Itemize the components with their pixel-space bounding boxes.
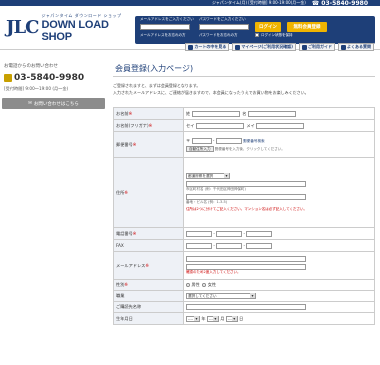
remember-checkbox[interactable] (255, 33, 259, 37)
first-name-input[interactable] (247, 110, 296, 117)
female-radio[interactable] (202, 283, 207, 287)
row-tel: 電話番号※ - - (113, 227, 375, 240)
zip2-input[interactable] (215, 137, 242, 144)
fax2-input[interactable] (216, 242, 243, 249)
row-birthday: 生年月日 ---- 年 ---- 月 ---- 日 (113, 312, 375, 325)
faq-button[interactable]: よくある質問 (338, 43, 374, 51)
login-button[interactable]: ログイン (255, 22, 281, 32)
fax1-input[interactable] (186, 242, 212, 249)
row-job: 職業 選択してください (113, 290, 375, 302)
row-gender: 性別※ 男性 女性 (113, 279, 375, 291)
cart-icon (188, 44, 194, 50)
mail-icon: ✉ (28, 101, 32, 106)
forgot-email-link[interactable]: メールアドレスをお忘れの方 (140, 33, 186, 38)
row-address: 住所※ 都道府県を選択 市区町村名 (例：千代田区神田神保町) 番地・ビル名 (… (113, 157, 375, 228)
register-button[interactable]: 無料会員登録 (287, 22, 327, 32)
tel3-input[interactable] (246, 230, 273, 237)
email-label: メールアドレスをご入力ください (140, 17, 194, 21)
contact-button[interactable]: ✉ お問い合わせはこちら (2, 98, 105, 109)
phone-icon (4, 74, 12, 82)
row-email: メールアドレス※ 確認のため2度入力してください。 (113, 251, 375, 280)
last-name-input[interactable] (191, 110, 240, 117)
password-label: パスワードをご入力ください (199, 17, 246, 21)
remember-label: ログイン状態を保持 (261, 33, 293, 37)
logo-mark: JLC (6, 17, 39, 38)
row-purchase: ご購読先名称 (113, 301, 375, 313)
auto-address-button[interactable]: 自動住所入力 (186, 145, 214, 152)
row-name: お名前※ 姓 名 (113, 107, 375, 120)
male-radio[interactable] (186, 283, 190, 287)
contact-hours: [受付時間] 9:00〜19:00 (月〜金) (4, 86, 69, 91)
birth-year-select[interactable]: ---- (186, 315, 200, 322)
page-title: 会員登録(入力ページ) (113, 63, 375, 77)
mypage-button[interactable]: マイページ(ご利用状況確認) (232, 43, 296, 51)
logo-title: DOWN LOAD SHOP (41, 18, 109, 43)
birth-month-select[interactable]: ---- (206, 315, 219, 322)
tel2-input[interactable] (216, 230, 243, 237)
first-name-kana-input[interactable] (256, 122, 305, 129)
sidebar: お電話からのお問い合わせ 03-5840-9980 [受付時間] 9:00〜19… (2, 63, 106, 109)
site-logo[interactable]: JLC ジャパンタイム ダウンロード ショップ DOWN LOAD SHOP (6, 13, 124, 43)
contact-phone-number: 03-5840-9980 (14, 73, 85, 83)
contact-title: お電話からのお問い合わせ (4, 64, 58, 69)
prefecture-select[interactable]: 都道府県を選択 (186, 173, 230, 179)
cart-button[interactable]: カートの中を見る (185, 43, 230, 51)
birth-day-select[interactable]: ---- (225, 315, 238, 322)
login-password-input[interactable] (199, 24, 249, 30)
nav-bar: カートの中を見る マイページ(ご利用状況確認) ご利用ガイド よくある質問 (0, 42, 380, 52)
guide-button[interactable]: ご利用ガイド (299, 43, 335, 51)
last-name-kana-input[interactable] (195, 122, 244, 129)
zip1-input[interactable] (191, 137, 212, 144)
fax3-input[interactable] (246, 242, 273, 249)
info-icon (302, 44, 307, 50)
registration-form: お名前※ 姓 名 お名前(フリガナ)※ セイ メイ 郵便番号※ 〒 - 郵便番号… (113, 107, 375, 325)
email-input[interactable] (186, 256, 306, 262)
intro-text: ご登録されますと、まずは会員登録となります。 入力されたメールアドレスに、ご連絡… (113, 83, 309, 95)
zip-search-link[interactable]: 郵便番号検索 (243, 139, 265, 143)
forgot-password-link[interactable]: パスワードをお忘れの方 (199, 33, 238, 38)
row-zip: 郵便番号※ 〒 - 郵便番号検索 自動住所入力 郵便番号を入力後、クリックしてく… (113, 131, 375, 158)
purchase-input[interactable] (186, 304, 306, 310)
row-fax: FAX - - (113, 239, 375, 252)
login-email-input[interactable] (140, 24, 190, 30)
tel1-input[interactable] (186, 230, 212, 237)
user-icon (235, 44, 241, 50)
main-content: 会員登録(入力ページ) ご登録されますと、まずは会員登録となります。 入力された… (113, 63, 375, 97)
contact-phone: 03-5840-9980 (4, 73, 106, 83)
row-kana: お名前(フリガナ)※ セイ メイ (113, 119, 375, 132)
job-select[interactable]: 選択してください (186, 293, 256, 299)
question-icon (341, 44, 346, 50)
